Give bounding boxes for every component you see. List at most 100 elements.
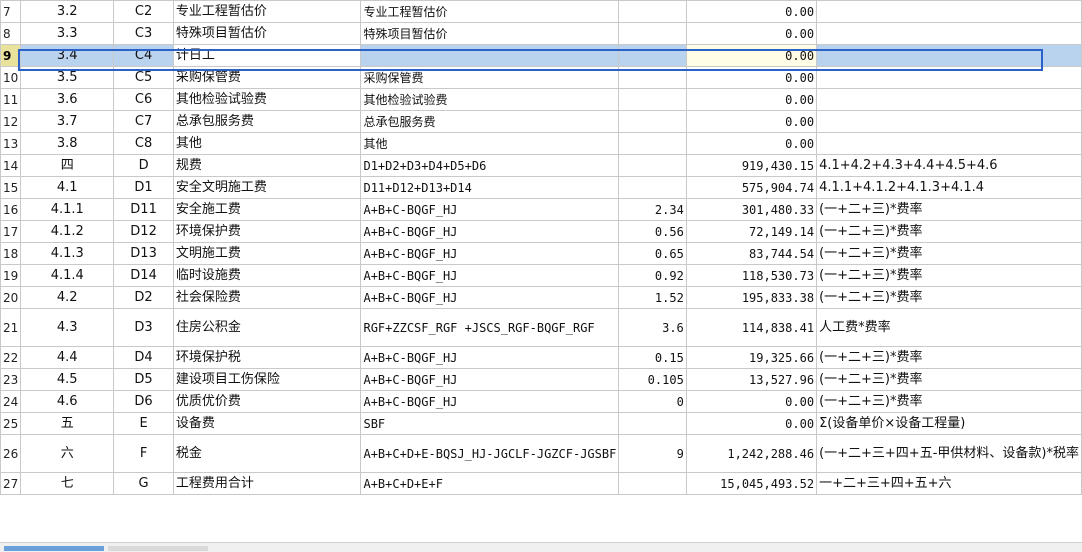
table-row[interactable]: 26 六 F 税金 A+B+C+D+E-BQSJ_HJ-JGCLF-JGZCF-JGSB…	[0, 434, 1082, 473]
table-row[interactable]: 15 4.1 D1 安全文明施工费 D11+D12+D13+D14 575,904.74 4…	[0, 176, 1082, 199]
amount-cell[interactable]: 19,325.66	[685, 346, 818, 369]
basis-cell[interactable]: A+B+C+D+E+F	[360, 472, 620, 495]
rate-cell[interactable]: 0.65	[618, 242, 687, 265]
code-cell[interactable]: D12	[113, 220, 174, 243]
note-cell[interactable]: (一+二+三)*费率	[816, 264, 1082, 287]
code-cell[interactable]: C6	[113, 88, 174, 111]
name-cell[interactable]: 设备费	[172, 412, 362, 435]
table-row[interactable]: 20 4.2 D2 社会保险费 A+B+C-BQGF_HJ 1.52 195,833.38(…	[0, 286, 1082, 309]
table-row[interactable]: 18 4.1.3 D13 文明施工费 A+B+C-BQGF_HJ 0.65 83,744.5…	[0, 242, 1082, 265]
amount-cell[interactable]: 114,838.41	[685, 308, 818, 347]
basis-cell[interactable]: D1+D2+D3+D4+D5+D6	[360, 154, 620, 177]
amount-cell[interactable]: 0.00	[685, 66, 818, 89]
code-cell[interactable]: D4	[113, 346, 174, 369]
name-cell[interactable]: 建设项目工伤保险	[172, 368, 362, 391]
code-cell[interactable]: D14	[113, 264, 174, 287]
name-cell[interactable]: 其他检验试验费	[172, 88, 362, 111]
sheet-tab-active[interactable]	[4, 546, 104, 551]
code-cell[interactable]: D3	[113, 308, 174, 347]
rate-cell[interactable]	[618, 154, 687, 177]
table-row-selected[interactable]: 9 3.4 C4 计日工 0.00	[0, 44, 1082, 67]
name-cell[interactable]: 总承包服务费	[172, 110, 362, 133]
note-cell[interactable]: (一+二+三)*费率	[816, 286, 1082, 309]
rate-cell[interactable]: 0.56	[618, 220, 687, 243]
table-row[interactable]: 17 4.1.2 D12 环境保护费 A+B+C-BQGF_HJ 0.56 72,149.1…	[0, 220, 1082, 243]
table-row[interactable]: 24 4.6 D6 优质优价费 A+B+C-BQGF_HJ 0 0.00 (一+二+三)*费率	[0, 390, 1082, 413]
note-cell[interactable]	[816, 0, 1082, 23]
table-row[interactable]: 11 3.6 C6 其他检验试验费 其他检验试验费 0.00	[0, 88, 1082, 111]
basis-cell[interactable]: A+B+C-BQGF_HJ	[360, 242, 620, 265]
seq-cell[interactable]: 4.1.4	[20, 264, 115, 287]
amount-cell[interactable]: 0.00	[685, 88, 818, 111]
note-cell[interactable]	[816, 44, 1082, 67]
amount-cell[interactable]: 919,430.15	[685, 154, 818, 177]
table-row[interactable]: 27 七 G 工程费用合计 A+B+C+D+E+F 15,045,493.52 一+二+三+…	[0, 472, 1082, 495]
seq-cell[interactable]: 4.1	[20, 176, 115, 199]
seq-cell[interactable]: 4.5	[20, 368, 115, 391]
amount-cell[interactable]: 301,480.33	[685, 198, 818, 221]
basis-cell[interactable]: 专业工程暂估价	[360, 0, 620, 23]
note-cell[interactable]	[816, 110, 1082, 133]
seq-cell[interactable]: 3.2	[20, 0, 115, 23]
rate-cell[interactable]: 2.34	[618, 198, 687, 221]
code-cell[interactable]: C2	[113, 0, 174, 23]
seq-cell[interactable]: 4.3	[20, 308, 115, 347]
seq-cell[interactable]: 3.5	[20, 66, 115, 89]
name-cell[interactable]: 其他	[172, 132, 362, 155]
name-cell[interactable]: 文明施工费	[172, 242, 362, 265]
name-cell[interactable]: 安全文明施工费	[172, 176, 362, 199]
basis-cell[interactable]: A+B+C-BQGF_HJ	[360, 390, 620, 413]
rate-cell[interactable]	[618, 132, 687, 155]
amount-cell[interactable]: 195,833.38	[685, 286, 818, 309]
basis-cell[interactable]: 其他	[360, 132, 620, 155]
name-cell[interactable]: 税金	[172, 434, 362, 473]
basis-cell[interactable]: A+B+C-BQGF_HJ	[360, 368, 620, 391]
amount-cell[interactable]: 0.00	[685, 0, 818, 23]
name-cell[interactable]: 工程费用合计	[172, 472, 362, 495]
amount-cell[interactable]: 0.00	[685, 44, 818, 67]
amount-cell[interactable]: 0.00	[685, 390, 818, 413]
note-cell[interactable]: 4.1.1+4.1.2+4.1.3+4.1.4	[816, 176, 1082, 199]
basis-cell[interactable]	[360, 44, 620, 67]
rate-cell[interactable]: 0.105	[618, 368, 687, 391]
seq-cell[interactable]: 4.1.3	[20, 242, 115, 265]
basis-cell[interactable]: 总承包服务费	[360, 110, 620, 133]
amount-cell[interactable]: 13,527.96	[685, 368, 818, 391]
code-cell[interactable]: C4	[113, 44, 174, 67]
amount-cell[interactable]: 15,045,493.52	[685, 472, 818, 495]
rate-cell[interactable]: 0.15	[618, 346, 687, 369]
code-cell[interactable]: G	[113, 472, 174, 495]
basis-cell[interactable]: A+B+C-BQGF_HJ	[360, 346, 620, 369]
seq-cell[interactable]: 四	[20, 154, 115, 177]
amount-cell[interactable]: 1,242,288.46	[685, 434, 818, 473]
rate-cell[interactable]: 3.6	[618, 308, 687, 347]
note-cell[interactable]: 4.1+4.2+4.3+4.4+4.5+4.6	[816, 154, 1082, 177]
basis-cell[interactable]: 特殊项目暂估价	[360, 22, 620, 45]
note-cell[interactable]: (一+二+三)*费率	[816, 368, 1082, 391]
note-cell[interactable]: 人工费*费率	[816, 308, 1082, 347]
basis-cell[interactable]: 采购保管费	[360, 66, 620, 89]
note-cell[interactable]: (一+二+三)*费率	[816, 198, 1082, 221]
amount-cell[interactable]: 83,744.54	[685, 242, 818, 265]
basis-cell[interactable]: A+B+C-BQGF_HJ	[360, 198, 620, 221]
rate-cell[interactable]	[618, 22, 687, 45]
table-row[interactable]: 16 4.1.1 D11 安全施工费 A+B+C-BQGF_HJ 2.34 301,480.…	[0, 198, 1082, 221]
basis-cell[interactable]: A+B+C-BQGF_HJ	[360, 264, 620, 287]
rate-cell[interactable]	[618, 0, 687, 23]
rate-cell[interactable]	[618, 44, 687, 67]
name-cell[interactable]: 环境保护费	[172, 220, 362, 243]
amount-cell[interactable]: 72,149.14	[685, 220, 818, 243]
name-cell[interactable]: 安全施工费	[172, 198, 362, 221]
table-row[interactable]: 7 3.2 C2 专业工程暂估价 专业工程暂估价 0.00	[0, 0, 1082, 23]
basis-cell[interactable]: A+B+C-BQGF_HJ	[360, 220, 620, 243]
rate-cell[interactable]: 0.92	[618, 264, 687, 287]
basis-cell[interactable]: RGF+ZZCSF_RGF +JSCS_RGF-BQGF_RGF	[360, 308, 620, 347]
seq-cell[interactable]: 六	[20, 434, 115, 473]
rate-cell[interactable]	[618, 110, 687, 133]
note-cell[interactable]: (一+二+三+四+五-甲供材料、设备款)*税率	[816, 434, 1082, 473]
note-cell[interactable]	[816, 88, 1082, 111]
seq-cell[interactable]: 3.7	[20, 110, 115, 133]
seq-cell[interactable]: 4.6	[20, 390, 115, 413]
rate-cell[interactable]	[618, 66, 687, 89]
seq-cell[interactable]: 七	[20, 472, 115, 495]
